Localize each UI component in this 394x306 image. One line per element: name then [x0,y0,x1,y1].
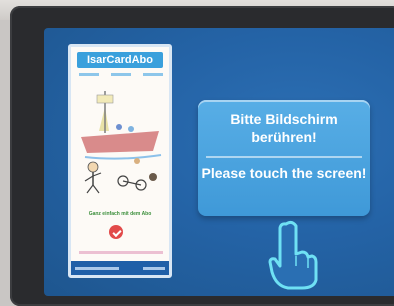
advertisement-poster: IsarCardAbo Ganz einfach mit dem Abo [68,44,172,278]
ad-subtitle-lines [79,71,163,77]
checkmark-badge-icon [109,225,123,239]
ad-divider [79,251,163,254]
ship-sail [99,107,109,131]
touch-prompt-panel[interactable]: Bitte Bildschirm berühren! Please touch … [198,100,370,216]
ad-illustration [81,91,162,194]
ad-footer-bar [71,261,169,275]
prompt-english: Please touch the screen! [201,165,367,181]
ad-link-text: Ganz einfach mit dem Abo [88,211,152,217]
ship-hull [81,131,159,153]
prompt-divider [206,156,362,158]
kiosk-bezel: IsarCardAbo Ganz einfach mit dem Abo Bit… [10,6,394,306]
ad-title: IsarCardAbo [77,52,163,68]
prompt-german: Bitte Bildschirm berühren! [230,111,338,145]
pointing-hand-icon [268,220,318,290]
touch-screen[interactable]: IsarCardAbo Ganz einfach mit dem Abo Bit… [44,28,394,296]
